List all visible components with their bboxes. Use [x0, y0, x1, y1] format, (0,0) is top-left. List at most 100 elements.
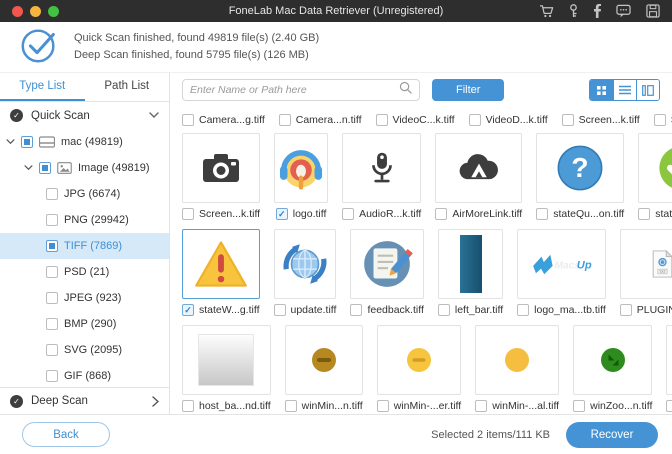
sidebar-item-tiff[interactable]: TIFF (7869) [0, 233, 169, 259]
grid-view-button[interactable] [590, 80, 613, 100]
tree-checkbox[interactable] [46, 266, 58, 278]
file-name[interactable]: winMin-...al.tiff [492, 400, 559, 412]
filter-button[interactable]: Filter [432, 79, 504, 101]
file-name[interactable]: logo_ma...tb.tiff [534, 304, 606, 316]
file-thumbnail[interactable] [182, 229, 260, 299]
list-view-button[interactable] [613, 80, 636, 100]
file-thumbnail[interactable] [435, 133, 522, 203]
file-thumbnail[interactable] [666, 325, 672, 395]
tab-path-list[interactable]: Path List [85, 73, 170, 101]
file-name[interactable]: winMin-...er.tiff [394, 400, 462, 412]
file-name[interactable]: stateW...g.tiff [199, 304, 260, 316]
chat-icon[interactable] [616, 4, 631, 18]
file-thumbnail[interactable] [475, 325, 559, 395]
file-thumbnail[interactable] [638, 133, 672, 203]
tree-checkbox[interactable] [46, 344, 58, 356]
file-checkbox[interactable] [573, 400, 585, 412]
file-name[interactable]: left_bar.tiff [455, 304, 503, 316]
file-name[interactable]: winMin...n.tiff [302, 400, 363, 412]
file-name[interactable]: PLUGIN...B.tiff [637, 304, 672, 316]
key-icon[interactable] [569, 4, 578, 18]
file-thumbnail[interactable] [377, 325, 462, 395]
sidebar-item-png[interactable]: PNG (29942) [0, 207, 169, 233]
tree-checkbox[interactable] [46, 188, 58, 200]
chevron-down-icon[interactable] [24, 165, 33, 171]
search-input[interactable] [190, 84, 399, 96]
file-checkbox[interactable] [182, 304, 194, 316]
sidebar-item-svg[interactable]: SVG (2095) [0, 337, 169, 363]
close-button[interactable] [12, 6, 23, 17]
tree-checkbox[interactable] [21, 136, 33, 148]
file-thumbnail[interactable]: TXT [620, 229, 672, 299]
chevron-right-icon[interactable] [152, 396, 159, 407]
file-name[interactable]: logo.tiff [293, 208, 327, 220]
tab-type-list[interactable]: Type List [0, 73, 85, 101]
file-checkbox[interactable] [638, 208, 650, 220]
file-checkbox[interactable] [182, 400, 194, 412]
file-checkbox[interactable] [435, 208, 447, 220]
file-checkbox[interactable] [182, 114, 194, 126]
file-checkbox[interactable] [276, 208, 288, 220]
file-checkbox[interactable] [376, 114, 388, 126]
file-thumbnail[interactable] [285, 325, 363, 395]
sidebar-item-bmp[interactable]: BMP (290) [0, 311, 169, 337]
file-checkbox[interactable] [182, 208, 194, 220]
zoom-button[interactable] [48, 6, 59, 17]
tree-checkbox[interactable] [46, 318, 58, 330]
file-name[interactable]: feedback.tiff [367, 304, 423, 316]
file-name[interactable]: VideoD...k.tiff [486, 114, 548, 126]
file-checkbox[interactable] [517, 304, 529, 316]
tree-checkbox[interactable] [39, 162, 51, 174]
chevron-down-icon[interactable] [6, 139, 15, 145]
file-name[interactable]: AudioR...k.tiff [359, 208, 421, 220]
tree-checkbox[interactable] [46, 214, 58, 226]
file-checkbox[interactable] [279, 114, 291, 126]
file-thumbnail[interactable] [182, 133, 260, 203]
file-name[interactable]: Screen...k.tiff [579, 114, 640, 126]
sidebar-item-gif[interactable]: GIF (868) [0, 363, 169, 387]
file-thumbnail[interactable]: MacsUp [517, 229, 606, 299]
file-checkbox[interactable] [536, 208, 548, 220]
search-icon[interactable] [399, 81, 412, 99]
file-name[interactable]: winZoo...n.tiff [590, 400, 652, 412]
chevron-down-icon[interactable] [149, 112, 159, 119]
file-checkbox[interactable] [342, 208, 354, 220]
file-checkbox[interactable] [438, 304, 450, 316]
file-thumbnail[interactable] [438, 229, 503, 299]
file-thumbnail[interactable] [182, 325, 271, 395]
file-checkbox[interactable] [285, 400, 297, 412]
file-name[interactable]: host_ba...nd.tiff [199, 400, 271, 412]
file-name[interactable]: Camera...g.tiff [199, 114, 265, 126]
tree-checkbox[interactable] [46, 292, 58, 304]
file-thumbnail[interactable] [342, 133, 421, 203]
file-thumbnail[interactable] [274, 229, 337, 299]
file-checkbox[interactable] [274, 304, 286, 316]
tree-checkbox[interactable] [46, 370, 58, 382]
file-name[interactable]: stateQu...on.tiff [553, 208, 624, 220]
file-checkbox[interactable] [475, 400, 487, 412]
sidebar-item-psd[interactable]: PSD (21) [0, 259, 169, 285]
column-view-button[interactable] [636, 80, 659, 100]
file-name[interactable]: update.tiff [291, 304, 337, 316]
tree-checkbox[interactable] [46, 240, 58, 252]
file-checkbox[interactable] [469, 114, 481, 126]
file-thumbnail[interactable] [350, 229, 423, 299]
file-thumbnail[interactable]: ? [536, 133, 624, 203]
facebook-icon[interactable] [593, 4, 601, 18]
file-checkbox[interactable] [666, 400, 672, 412]
file-name[interactable]: VideoC...k.tiff [393, 114, 455, 126]
save-icon[interactable] [646, 4, 660, 18]
file-name[interactable]: Screen...k.tiff [199, 208, 260, 220]
minimize-button[interactable] [30, 6, 41, 17]
sidebar-item-quick-scan[interactable]: ✓ Quick Scan [0, 102, 169, 129]
sidebar-item-jpeg[interactable]: JPEG (923) [0, 285, 169, 311]
file-checkbox[interactable] [350, 304, 362, 316]
cart-icon[interactable] [539, 4, 554, 18]
file-thumbnail[interactable] [573, 325, 652, 395]
back-button[interactable]: Back [22, 422, 110, 447]
file-thumbnail[interactable] [274, 133, 328, 203]
sidebar-item-image[interactable]: Image (49819) [0, 155, 169, 181]
file-name[interactable]: Camera...n.tiff [296, 114, 362, 126]
file-checkbox[interactable] [377, 400, 389, 412]
file-checkbox[interactable] [562, 114, 574, 126]
